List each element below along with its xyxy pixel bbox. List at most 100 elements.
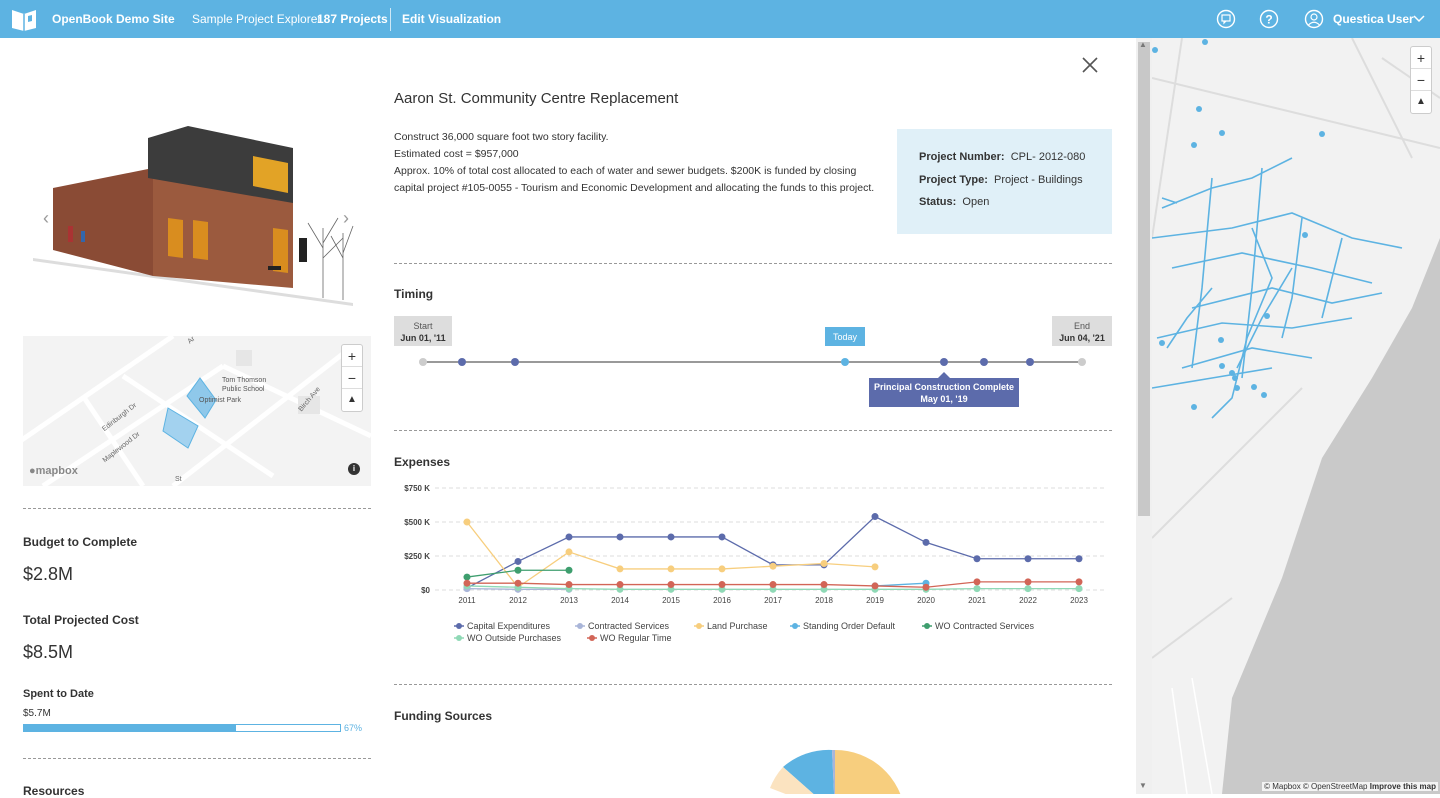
data-point[interactable]	[514, 579, 522, 587]
legend-item[interactable]: Standing Order Default	[803, 621, 896, 631]
milestone-tooltip-date: May 01, '19	[920, 394, 967, 404]
chevron-down-icon[interactable]	[1413, 14, 1425, 24]
timeline-milestone-dot[interactable]	[980, 358, 988, 366]
data-point[interactable]	[718, 565, 726, 573]
legend-swatch	[792, 623, 798, 629]
start-label: Start	[413, 321, 433, 331]
improve-map-link[interactable]: Improve this map	[1370, 782, 1436, 791]
legend-item[interactable]: WO Regular Time	[600, 633, 672, 643]
user-name-menu[interactable]: Questica User	[1333, 12, 1414, 26]
y-tick-label: $750 K	[404, 484, 430, 493]
project-rendering-image	[33, 126, 354, 306]
openbook-logo-icon[interactable]	[10, 7, 38, 31]
description-line: Approx. 10% of total cost allocated to e…	[394, 165, 875, 194]
timeline-milestone-dot[interactable]	[1026, 358, 1034, 366]
legend-item[interactable]: Capital Expenditures	[467, 621, 551, 631]
data-point[interactable]	[463, 579, 471, 587]
pie-slice[interactable]	[835, 749, 905, 794]
data-point[interactable]	[1075, 578, 1083, 586]
carousel-next-icon[interactable]: ›	[343, 208, 349, 229]
help-icon[interactable]: ?	[1259, 9, 1279, 29]
scroll-down-icon[interactable]: ▼	[1139, 781, 1147, 790]
data-point[interactable]	[922, 538, 930, 546]
timeline-today-dot[interactable]	[841, 358, 849, 366]
data-point[interactable]	[922, 583, 930, 591]
section-divider	[23, 508, 371, 509]
explorer-link[interactable]: Sample Project Explorer	[192, 12, 321, 26]
data-point[interactable]	[565, 548, 573, 556]
data-point[interactable]	[667, 581, 675, 589]
user-avatar-icon[interactable]	[1304, 9, 1324, 29]
data-point[interactable]	[973, 585, 981, 593]
feedback-icon[interactable]	[1216, 9, 1236, 29]
topbar-divider	[390, 8, 391, 31]
data-point[interactable]	[514, 566, 522, 574]
map-info-icon[interactable]: i	[348, 463, 360, 475]
data-point[interactable]	[973, 555, 981, 563]
data-point[interactable]	[616, 565, 624, 573]
project-location-minimap[interactable]: Tom Thomson Public School Optimist Park …	[23, 336, 371, 486]
zoom-in-icon[interactable]: +	[1411, 47, 1431, 69]
mapbox-logo: ●mapbox	[29, 465, 78, 477]
site-name-link[interactable]: OpenBook Demo Site	[52, 12, 175, 26]
project-info-box: Project Number: CPL- 2012-080 Project Ty…	[897, 129, 1112, 234]
minimap-park-label: Optimist Park	[199, 397, 242, 404]
scroll-up-icon[interactable]: ▲	[1139, 40, 1147, 49]
y-tick-label: $250 K	[404, 552, 430, 561]
data-point[interactable]	[871, 513, 879, 521]
panel-scrollbar-thumb[interactable]	[1138, 42, 1150, 516]
data-point[interactable]	[565, 581, 573, 589]
data-point[interactable]	[1075, 555, 1083, 563]
compass-icon[interactable]: ▲	[342, 389, 362, 411]
timeline-milestone-dot[interactable]	[940, 358, 948, 366]
legend-swatch	[589, 635, 595, 641]
data-point[interactable]	[463, 573, 471, 581]
series-line	[466, 521, 876, 589]
projects-overview-map[interactable]: + − ▲ © Mapbox © OpenStreetMap Improve t…	[1152, 38, 1440, 794]
zoom-in-icon[interactable]: +	[342, 345, 362, 367]
data-point[interactable]	[1075, 585, 1083, 593]
compass-icon[interactable]: ▲	[1411, 91, 1431, 113]
funding-sources-pie-chart	[770, 749, 905, 794]
zoom-out-icon[interactable]: −	[1411, 69, 1431, 91]
data-point[interactable]	[718, 581, 726, 589]
project-title: Aaron St. Community Centre Replacement	[394, 90, 679, 107]
data-point[interactable]	[565, 566, 573, 574]
close-icon[interactable]	[1080, 55, 1100, 75]
zoom-out-icon[interactable]: −	[342, 367, 362, 389]
data-point[interactable]	[565, 533, 573, 541]
legend-item[interactable]: WO Outside Purchases	[467, 633, 562, 643]
timeline-milestone-dot[interactable]	[511, 358, 519, 366]
data-point[interactable]	[616, 533, 624, 541]
legend-item[interactable]: WO Contracted Services	[935, 621, 1035, 631]
data-point[interactable]	[1024, 578, 1032, 586]
carousel-prev-icon[interactable]: ‹	[43, 208, 49, 229]
data-point[interactable]	[973, 578, 981, 586]
data-point[interactable]	[718, 533, 726, 541]
budget-to-complete-label: Budget to Complete	[23, 535, 137, 549]
data-point[interactable]	[514, 557, 522, 565]
data-point[interactable]	[463, 518, 471, 526]
data-point[interactable]	[616, 581, 624, 589]
data-point[interactable]	[667, 565, 675, 573]
legend-item[interactable]: Contracted Services	[588, 621, 670, 631]
x-tick-label: 2023	[1070, 596, 1088, 605]
data-point[interactable]	[820, 559, 828, 567]
legend-item[interactable]: Land Purchase	[707, 621, 768, 631]
data-point[interactable]	[667, 533, 675, 541]
project-status-value: Open	[962, 196, 990, 208]
timeline-milestone-dot[interactable]	[458, 358, 466, 366]
edit-visualization-link[interactable]: Edit Visualization	[402, 12, 501, 26]
timeline-start-dot[interactable]	[419, 358, 427, 366]
x-tick-label: 2022	[1019, 596, 1037, 605]
data-point[interactable]	[820, 581, 828, 589]
data-point[interactable]	[769, 562, 777, 570]
milestone-tooltip-name: Principal Construction Complete	[874, 382, 1014, 392]
data-point[interactable]	[871, 563, 879, 571]
attribution-text[interactable]: © Mapbox © OpenStreetMap	[1264, 782, 1367, 791]
timeline-end-dot[interactable]	[1078, 358, 1086, 366]
data-point[interactable]	[871, 582, 879, 590]
data-point[interactable]	[1024, 555, 1032, 563]
data-point[interactable]	[1024, 585, 1032, 593]
data-point[interactable]	[769, 581, 777, 589]
